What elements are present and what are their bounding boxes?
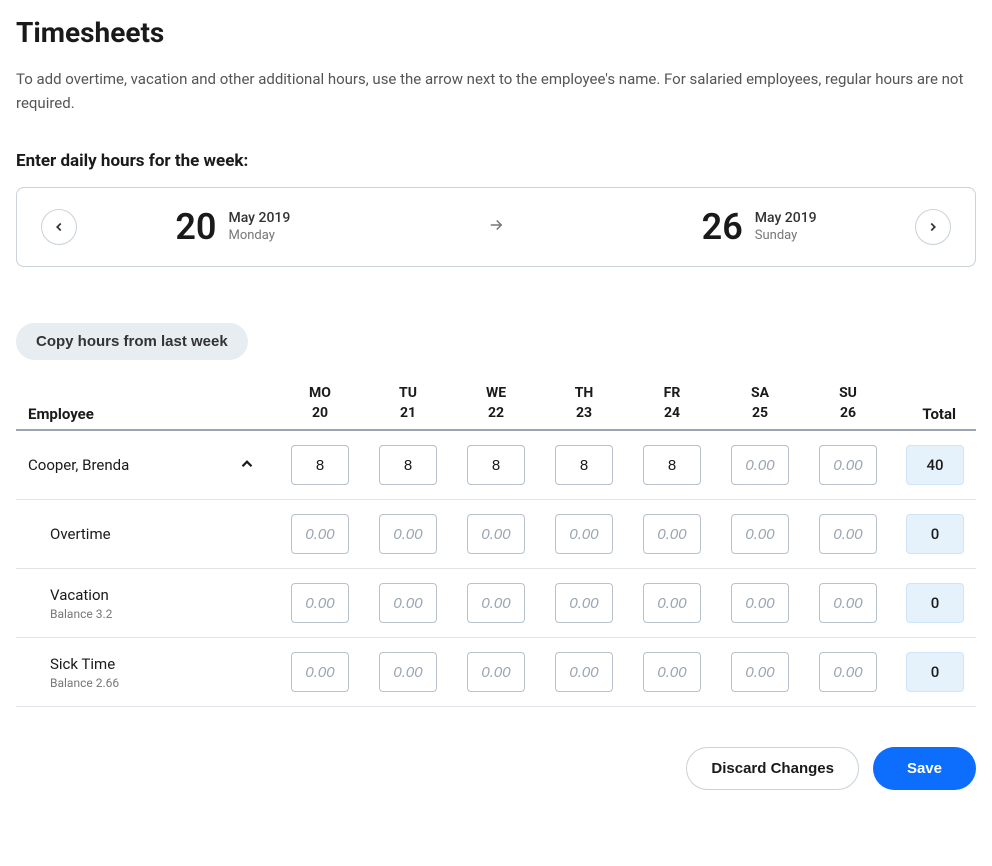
chevron-left-icon [52, 220, 66, 234]
day-header-su: SU26 [804, 384, 892, 423]
table-header-row: Employee MO20 TU21 WE22 TH23 FR24 SA25 S… [16, 384, 976, 431]
total-header: Total [892, 405, 976, 423]
overtime-input-tu[interactable] [379, 514, 437, 554]
sick-input-mo[interactable] [291, 652, 349, 692]
employee-header: Employee [16, 405, 276, 423]
sick-input-sa[interactable] [731, 652, 789, 692]
day-header-sa: SA25 [716, 384, 804, 423]
vacation-input-sa[interactable] [731, 583, 789, 623]
vacation-input-mo[interactable] [291, 583, 349, 623]
employee-row: Cooper, Brenda 40 [16, 431, 976, 500]
vacation-row: Vacation Balance 3.2 0 [16, 569, 976, 638]
overtime-total: 0 [906, 514, 964, 554]
start-date-day: 20 [175, 206, 216, 248]
sick-label: Sick Time [28, 655, 276, 673]
timesheet-table: Employee MO20 TU21 WE22 TH23 FR24 SA25 S… [16, 384, 976, 707]
sick-input-th[interactable] [555, 652, 613, 692]
prev-week-button[interactable] [41, 209, 77, 245]
sick-input-tu[interactable] [379, 652, 437, 692]
day-header-we: WE22 [452, 384, 540, 423]
vacation-label: Vacation [28, 586, 276, 604]
next-week-button[interactable] [915, 209, 951, 245]
overtime-input-th[interactable] [555, 514, 613, 554]
overtime-input-we[interactable] [467, 514, 525, 554]
regular-hours-input-we[interactable] [467, 445, 525, 485]
end-date: 26 May 2019 Sunday [702, 206, 817, 248]
day-header-th: TH23 [540, 384, 628, 423]
page-title: Timesheets [16, 16, 976, 49]
footer-actions: Discard Changes Save [16, 747, 976, 790]
day-header-tu: TU21 [364, 384, 452, 423]
overtime-input-sa[interactable] [731, 514, 789, 554]
vacation-input-we[interactable] [467, 583, 525, 623]
overtime-row: Overtime 0 [16, 500, 976, 569]
chevron-right-icon [926, 220, 940, 234]
regular-hours-input-su[interactable] [819, 445, 877, 485]
collapse-employee-button[interactable] [234, 451, 260, 480]
overtime-input-mo[interactable] [291, 514, 349, 554]
day-header-fr: FR24 [628, 384, 716, 423]
sick-row: Sick Time Balance 2.66 0 [16, 638, 976, 707]
page-description: To add overtime, vacation and other addi… [16, 67, 976, 115]
start-date-weekday: Monday [228, 228, 290, 245]
end-date-weekday: Sunday [755, 228, 817, 245]
sick-balance: Balance 2.66 [28, 676, 276, 690]
regular-total: 40 [906, 445, 964, 485]
vacation-total: 0 [906, 583, 964, 623]
copy-hours-button[interactable]: Copy hours from last week [16, 323, 248, 360]
discard-button[interactable]: Discard Changes [686, 747, 859, 790]
end-date-day: 26 [702, 206, 743, 248]
overtime-input-su[interactable] [819, 514, 877, 554]
vacation-input-tu[interactable] [379, 583, 437, 623]
vacation-input-fr[interactable] [643, 583, 701, 623]
day-header-mo: MO20 [276, 384, 364, 423]
end-date-month: May 2019 [755, 209, 817, 227]
save-button[interactable]: Save [873, 747, 976, 790]
sick-total: 0 [906, 652, 964, 692]
sick-input-we[interactable] [467, 652, 525, 692]
date-range-selector: 20 May 2019 Monday 26 May 2019 Sunday [16, 187, 976, 267]
start-date: 20 May 2019 Monday [175, 206, 290, 248]
start-date-month: May 2019 [228, 209, 290, 227]
week-label: Enter daily hours for the week: [16, 151, 976, 171]
regular-hours-input-sa[interactable] [731, 445, 789, 485]
chevron-up-icon [238, 455, 256, 473]
sick-input-su[interactable] [819, 652, 877, 692]
employee-name: Cooper, Brenda [28, 456, 129, 474]
regular-hours-input-fr[interactable] [643, 445, 701, 485]
regular-hours-input-mo[interactable] [291, 445, 349, 485]
overtime-label: Overtime [28, 525, 276, 543]
vacation-input-su[interactable] [819, 583, 877, 623]
arrow-right-icon [487, 216, 505, 238]
regular-hours-input-tu[interactable] [379, 445, 437, 485]
sick-input-fr[interactable] [643, 652, 701, 692]
vacation-input-th[interactable] [555, 583, 613, 623]
overtime-input-fr[interactable] [643, 514, 701, 554]
regular-hours-input-th[interactable] [555, 445, 613, 485]
vacation-balance: Balance 3.2 [28, 607, 276, 621]
